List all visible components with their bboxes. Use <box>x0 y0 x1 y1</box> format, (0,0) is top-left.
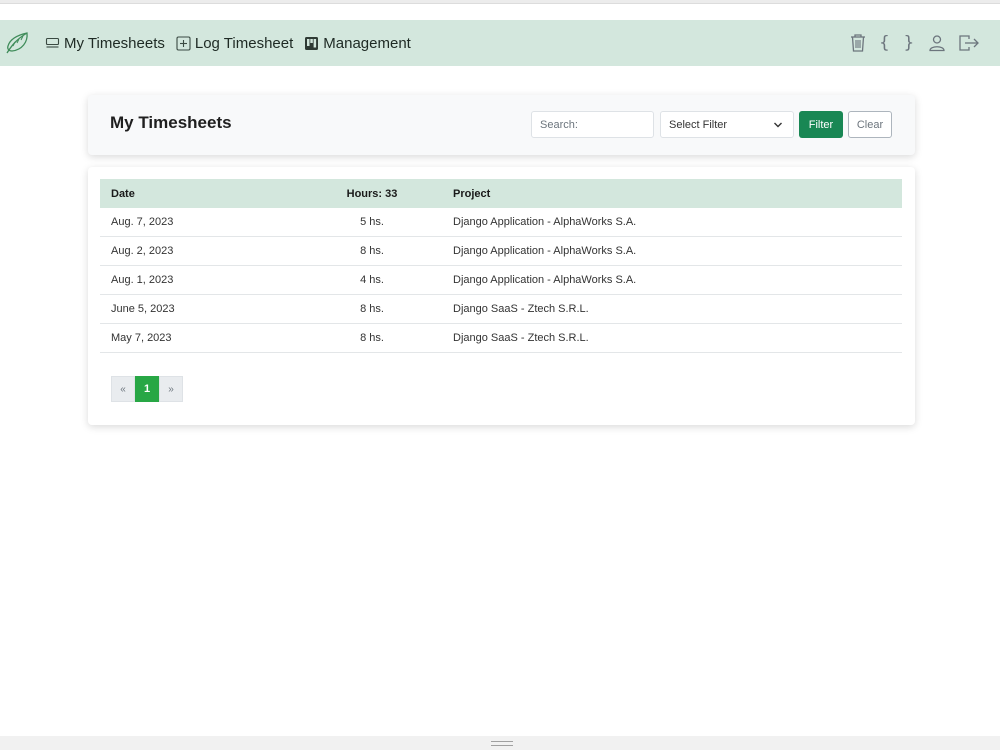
card-list-icon <box>45 36 60 51</box>
nav-log-timesheet-label: Log Timesheet <box>194 34 294 52</box>
cell-date: Aug. 1, 2023 <box>100 265 302 295</box>
nav-management[interactable]: Management <box>304 35 411 52</box>
table-row[interactable]: Aug. 1, 2023 4 hs. Django Application - … <box>100 265 902 295</box>
bottom-status-bar <box>0 736 1000 750</box>
pagination-next[interactable]: » <box>159 376 183 402</box>
timesheets-table-card: Date Hours: 33 Project Aug. 7, 2023 5 hs… <box>88 167 915 425</box>
resize-grip-icon[interactable] <box>491 741 513 746</box>
cell-hours: 8 hs. <box>302 323 442 353</box>
column-header-date[interactable]: Date <box>100 179 302 208</box>
chevron-down-icon <box>773 120 783 133</box>
cell-project: Django Application - AlphaWorks S.A. <box>442 265 902 295</box>
clear-button[interactable]: Clear <box>848 111 892 138</box>
cell-date: May 7, 2023 <box>100 323 302 353</box>
nav-log-timesheet[interactable]: Log Timesheet <box>176 35 293 52</box>
timesheets-table: Date Hours: 33 Project Aug. 7, 2023 5 hs… <box>100 179 902 353</box>
nav-links: My Timesheets Log Timesheet Management <box>45 20 422 66</box>
cell-project: Django SaaS - Ztech S.R.L. <box>442 323 902 353</box>
table-row[interactable]: Aug. 7, 2023 5 hs. Django Application - … <box>100 208 902 237</box>
pagination-prev[interactable]: « <box>111 376 135 402</box>
leaf-icon[interactable] <box>3 28 31 58</box>
cell-date: Aug. 2, 2023 <box>100 236 302 266</box>
filter-button[interactable]: Filter <box>799 111 843 138</box>
cell-project: Django Application - AlphaWorks S.A. <box>442 236 902 266</box>
column-header-project[interactable]: Project <box>442 179 902 208</box>
page-title: My Timesheets <box>110 113 232 132</box>
cell-date: June 5, 2023 <box>100 294 302 324</box>
table-row[interactable]: June 5, 2023 8 hs. Django SaaS - Ztech S… <box>100 294 902 324</box>
filter-select[interactable]: Select Filter <box>660 111 794 138</box>
cell-hours: 4 hs. <box>302 265 442 295</box>
table-row[interactable]: Aug. 2, 2023 8 hs. Django Application - … <box>100 236 902 266</box>
trash-icon[interactable] <box>849 33 867 53</box>
braces-icon[interactable]: { } <box>879 33 916 53</box>
nav-my-timesheets[interactable]: My Timesheets <box>45 35 165 52</box>
person-icon[interactable] <box>928 34 946 52</box>
nav-management-label: Management <box>323 34 411 52</box>
cell-project: Django SaaS - Ztech S.R.L. <box>442 294 902 324</box>
plus-square-icon <box>176 35 191 51</box>
navbar: My Timesheets Log Timesheet Management {… <box>0 20 1000 66</box>
nav-my-timesheets-label: My Timesheets <box>64 34 165 52</box>
cell-date: Aug. 7, 2023 <box>100 208 302 237</box>
kanban-icon <box>304 36 319 51</box>
table-row[interactable]: May 7, 2023 8 hs. Django SaaS - Ztech S.… <box>100 323 902 353</box>
navbar-actions: { } <box>837 20 980 66</box>
pagination-page-current[interactable]: 1 <box>135 376 159 402</box>
cell-hours: 8 hs. <box>302 236 442 266</box>
cell-hours: 8 hs. <box>302 294 442 324</box>
table-header-row: Date Hours: 33 Project <box>100 179 902 208</box>
search-input[interactable] <box>531 111 654 138</box>
pagination: « 1 » <box>111 376 183 402</box>
logout-icon[interactable] <box>958 34 980 52</box>
browser-top-strip <box>0 0 1000 4</box>
cell-project: Django Application - AlphaWorks S.A. <box>442 208 902 237</box>
column-header-hours[interactable]: Hours: 33 <box>302 179 442 208</box>
cell-hours: 5 hs. <box>302 208 442 237</box>
filter-select-value: Select Filter <box>669 118 728 131</box>
timesheets-header-card: My Timesheets Select Filter Filter Clear <box>88 95 915 155</box>
